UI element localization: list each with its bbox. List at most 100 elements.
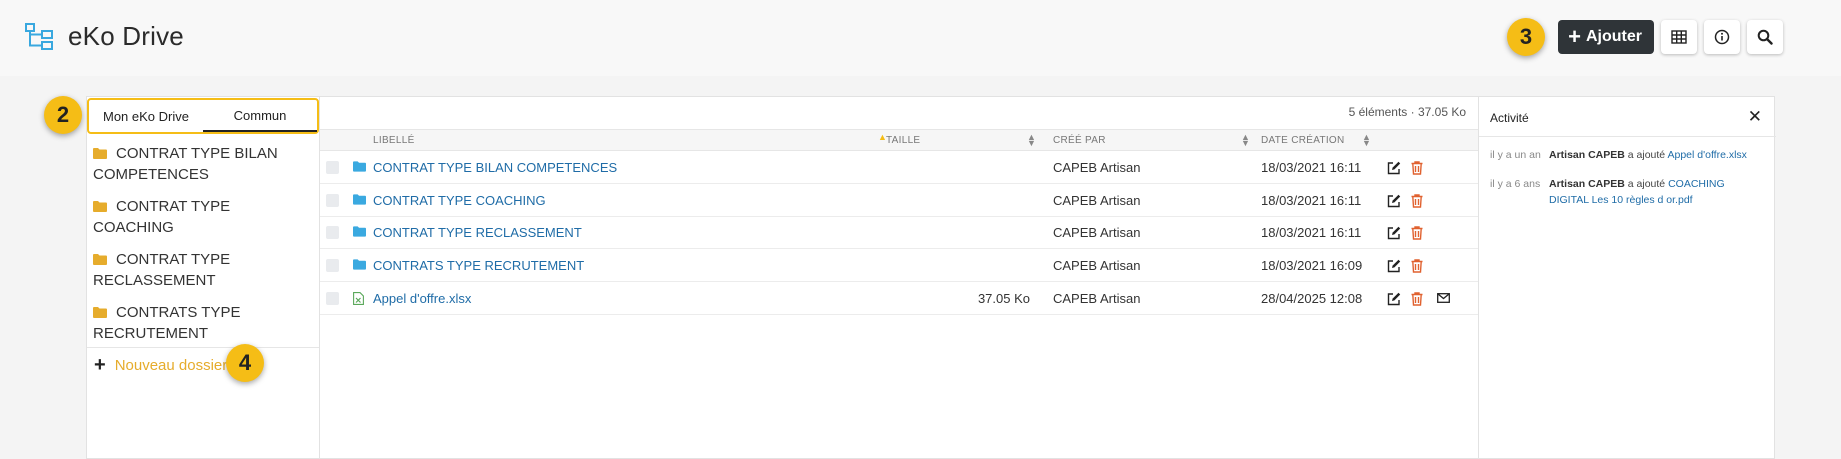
column-header-size[interactable]: TAILLE — [886, 135, 920, 146]
column-header-date[interactable]: DATE CRÉATION — [1261, 135, 1345, 146]
sort-icon[interactable]: ▲ ▼ — [1362, 133, 1371, 148]
sort-icon[interactable]: ▲ ▼ — [1241, 133, 1250, 148]
column-header-name[interactable]: LIBELLÉ — [373, 135, 415, 146]
trash-icon[interactable] — [1411, 292, 1423, 306]
column-header-created-by[interactable]: CRÉÉ PAR — [1053, 135, 1106, 146]
folder-icon — [353, 259, 366, 270]
table-row[interactable]: CONTRAT TYPE RECLASSEMENT CAPEB Artisan … — [320, 217, 1478, 249]
activity-text: Artisan CAPEB a ajouté COACHING DIGITAL … — [1549, 176, 1749, 208]
folder-tree: CONTRAT TYPE BILAN COMPETENCES CONTRAT T… — [93, 143, 313, 355]
info-button[interactable] — [1704, 20, 1740, 54]
sidebar-folder-item[interactable]: CONTRAT TYPE BILAN COMPETENCES — [93, 143, 313, 185]
folder-label: CONTRAT TYPE COACHING — [93, 198, 231, 236]
search-icon — [1757, 29, 1773, 45]
row-size: 37.05 Ko — [977, 291, 1030, 306]
activity-target-link[interactable]: Appel d'offre.xlsx — [1668, 149, 1747, 161]
sidebar-folder-item[interactable]: CONTRATS TYPE RECRUTEMENT — [93, 302, 313, 344]
activity-title: Activité — [1490, 111, 1529, 125]
edit-icon[interactable] — [1387, 226, 1401, 240]
plus-icon: + — [1568, 24, 1581, 49]
sidebar-folder-item[interactable]: CONTRAT TYPE COACHING — [93, 196, 313, 238]
row-checkbox[interactable] — [326, 161, 339, 174]
row-created-by: CAPEB Artisan — [1053, 291, 1141, 306]
row-created-by: CAPEB Artisan — [1053, 258, 1141, 273]
new-folder-button[interactable]: + Nouveau dossier — [94, 355, 227, 375]
new-folder-label: Nouveau dossier — [114, 356, 228, 374]
top-bar: eKo Drive + Ajouter — [0, 0, 1841, 76]
row-date: 28/04/2025 12:08 — [1261, 291, 1363, 306]
table-row[interactable]: CONTRAT TYPE BILAN COMPETENCES CAPEB Art… — [320, 152, 1478, 184]
trash-icon[interactable] — [1411, 226, 1423, 240]
row-name-link[interactable]: Appel d'offre.xlsx — [373, 291, 471, 306]
row-checkbox[interactable] — [326, 259, 339, 272]
table-row[interactable]: CONTRATS TYPE RECRUTEMENT CAPEB Artisan … — [320, 250, 1478, 282]
trash-icon[interactable] — [1411, 259, 1423, 273]
folder-icon — [93, 254, 107, 265]
folder-icon — [353, 226, 366, 237]
trash-icon[interactable] — [1411, 194, 1423, 208]
activity-user: Artisan CAPEB — [1549, 149, 1625, 161]
row-name-link[interactable]: CONTRATS TYPE RECRUTEMENT — [373, 258, 584, 273]
folder-icon — [93, 148, 107, 159]
folder-label: CONTRAT TYPE BILAN COMPETENCES — [93, 145, 278, 183]
activity-text: Artisan CAPEB a ajouté Appel d'offre.xls… — [1549, 147, 1764, 163]
row-date: 18/03/2021 16:11 — [1261, 160, 1362, 175]
edit-icon[interactable] — [1387, 259, 1401, 273]
row-name-link[interactable]: CONTRAT TYPE COACHING — [373, 193, 546, 208]
row-checkbox[interactable] — [326, 194, 339, 207]
tab-commun[interactable]: Commun — [203, 100, 317, 132]
folder-label: CONTRATS TYPE RECRUTEMENT — [93, 304, 241, 342]
step-badge-2: 2 — [44, 96, 82, 134]
info-icon — [1714, 29, 1730, 45]
row-created-by: CAPEB Artisan — [1053, 193, 1141, 208]
step-badge-4: 4 — [226, 344, 264, 382]
email-icon[interactable] — [1437, 293, 1450, 303]
add-button[interactable]: + Ajouter — [1558, 20, 1654, 54]
table-row[interactable]: CONTRAT TYPE COACHING CAPEB Artisan 18/0… — [320, 185, 1478, 217]
trash-icon[interactable] — [1411, 161, 1423, 175]
activity-time: il y a un an — [1490, 149, 1541, 161]
add-button-label: Ajouter — [1586, 28, 1642, 45]
row-name-link[interactable]: CONTRAT TYPE RECLASSEMENT — [373, 225, 582, 240]
activity-time: il y a 6 ans — [1490, 178, 1541, 190]
edit-icon[interactable] — [1387, 194, 1401, 208]
step-badge-3: 3 — [1507, 18, 1545, 56]
drive-logo-icon — [25, 23, 53, 50]
app-title: eKo Drive — [68, 21, 184, 51]
edit-icon[interactable] — [1387, 292, 1401, 306]
edit-icon[interactable] — [1387, 161, 1401, 175]
tab-mon-eko-drive[interactable]: Mon eKo Drive — [89, 100, 203, 132]
activity-action: a ajouté — [1627, 178, 1666, 190]
grid-view-button[interactable] — [1661, 20, 1697, 54]
row-date: 18/03/2021 16:11 — [1261, 193, 1362, 208]
row-checkbox[interactable] — [326, 226, 339, 239]
item-count-summary: 5 éléments · 37.05 Ko — [1348, 105, 1466, 119]
search-button[interactable] — [1747, 20, 1783, 54]
toolbar: + Ajouter — [1558, 20, 1783, 54]
excel-file-icon — [353, 292, 364, 305]
row-created-by: CAPEB Artisan — [1053, 225, 1141, 240]
row-checkbox[interactable] — [326, 292, 339, 305]
grid-icon — [1671, 30, 1687, 44]
divider — [87, 347, 319, 348]
activity-user: Artisan CAPEB — [1549, 178, 1625, 190]
folder-icon — [93, 201, 107, 212]
folder-icon — [353, 161, 366, 172]
row-date: 18/03/2021 16:11 — [1261, 225, 1362, 240]
sort-icon[interactable]: ▲ ▼ — [1027, 133, 1036, 148]
table-row[interactable]: Appel d'offre.xlsx 37.05 Ko CAPEB Artisa… — [320, 283, 1478, 315]
table-header: LIBELLÉ ▲ TAILLE ▲ ▼ CRÉÉ PAR ▲ ▼ DATE CRÉ… — [320, 129, 1478, 151]
folder-icon — [93, 307, 107, 318]
sidebar-tabs: Mon eKo Drive Commun — [87, 98, 319, 134]
sidebar-folder-item[interactable]: CONTRAT TYPE RECLASSEMENT — [93, 249, 313, 291]
file-list: 5 éléments · 37.05 Ko LIBELLÉ ▲ TAILLE ▲… — [320, 97, 1478, 459]
folder-label: CONTRAT TYPE RECLASSEMENT — [93, 251, 231, 289]
main-panel: Mon eKo Drive Commun CONTRAT TYPE BILAN … — [86, 96, 1776, 459]
activity-action: a ajouté — [1627, 149, 1666, 161]
row-date: 18/03/2021 16:09 — [1261, 258, 1363, 273]
row-name-link[interactable]: CONTRAT TYPE BILAN COMPETENCES — [373, 160, 617, 175]
activity-panel: Activité ✕ il y a un an Artisan CAPEB a … — [1478, 97, 1776, 459]
plus-icon: + — [94, 354, 106, 376]
close-icon[interactable]: ✕ — [1748, 107, 1762, 127]
folder-icon — [353, 194, 366, 205]
